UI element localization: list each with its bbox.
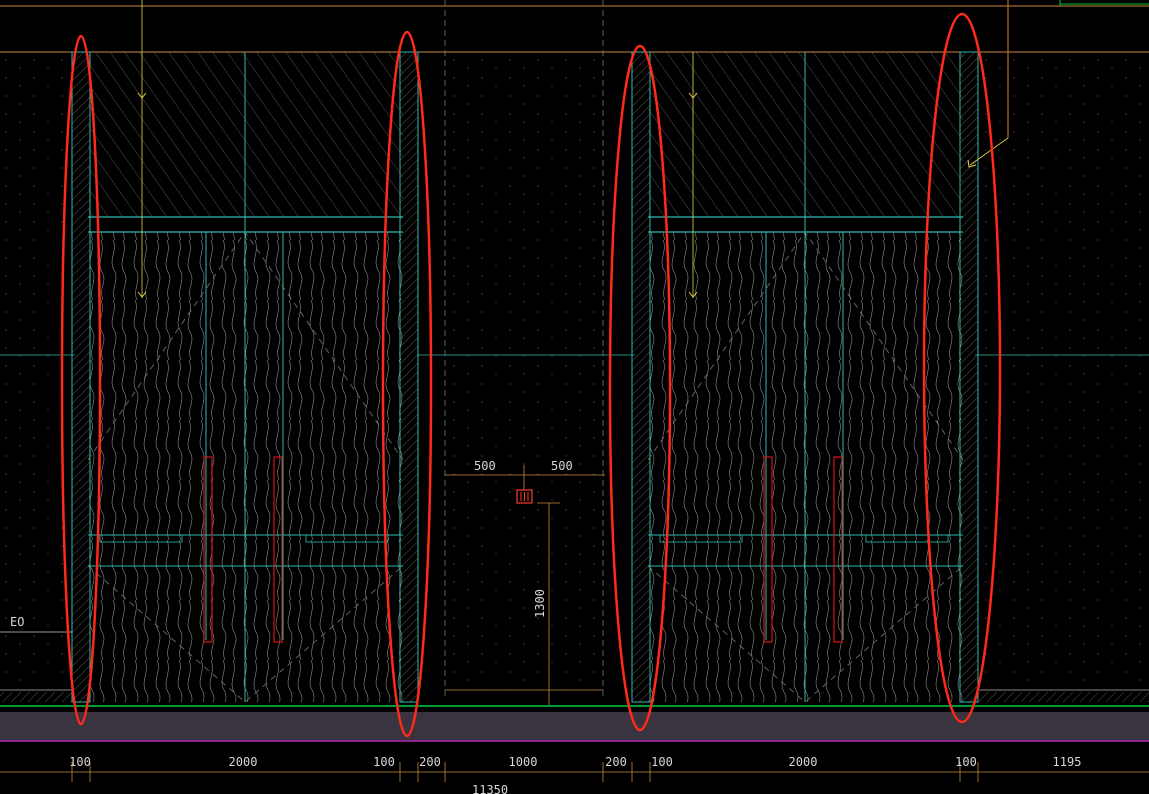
bottom-dim-label: 100 [651,755,673,769]
left-tag-label: EO [10,615,24,629]
bottom-dim-label: 200 [605,755,627,769]
outlet-height-dim: 1300 [533,589,547,618]
bottom-dim-label: 2000 [789,755,818,769]
overall-dim: 11350 [472,783,508,794]
bottom-dim-label: 100 [373,755,395,769]
bottom-dim-label: 1195 [1053,755,1082,769]
door-unit-left [71,51,419,703]
bottom-dim-label: 100 [955,755,977,769]
gap-left-dim: 500 [474,459,496,473]
bottom-dim-label: 2000 [229,755,258,769]
bottom-dimension-line: 11350 100 2000 100 200 1000 200 100 2000 100 1195 [0,755,1149,794]
cad-elevation-drawing: EO 500 500 1300 11350 100 2000 100 200 1000 2… [0,0,1149,794]
door-unit-right [631,51,979,703]
gap-right-dim: 500 [551,459,573,473]
bottom-dim-label: 100 [69,755,91,769]
bottom-dim-label: 1000 [509,755,538,769]
bottom-dim-label: 200 [419,755,441,769]
